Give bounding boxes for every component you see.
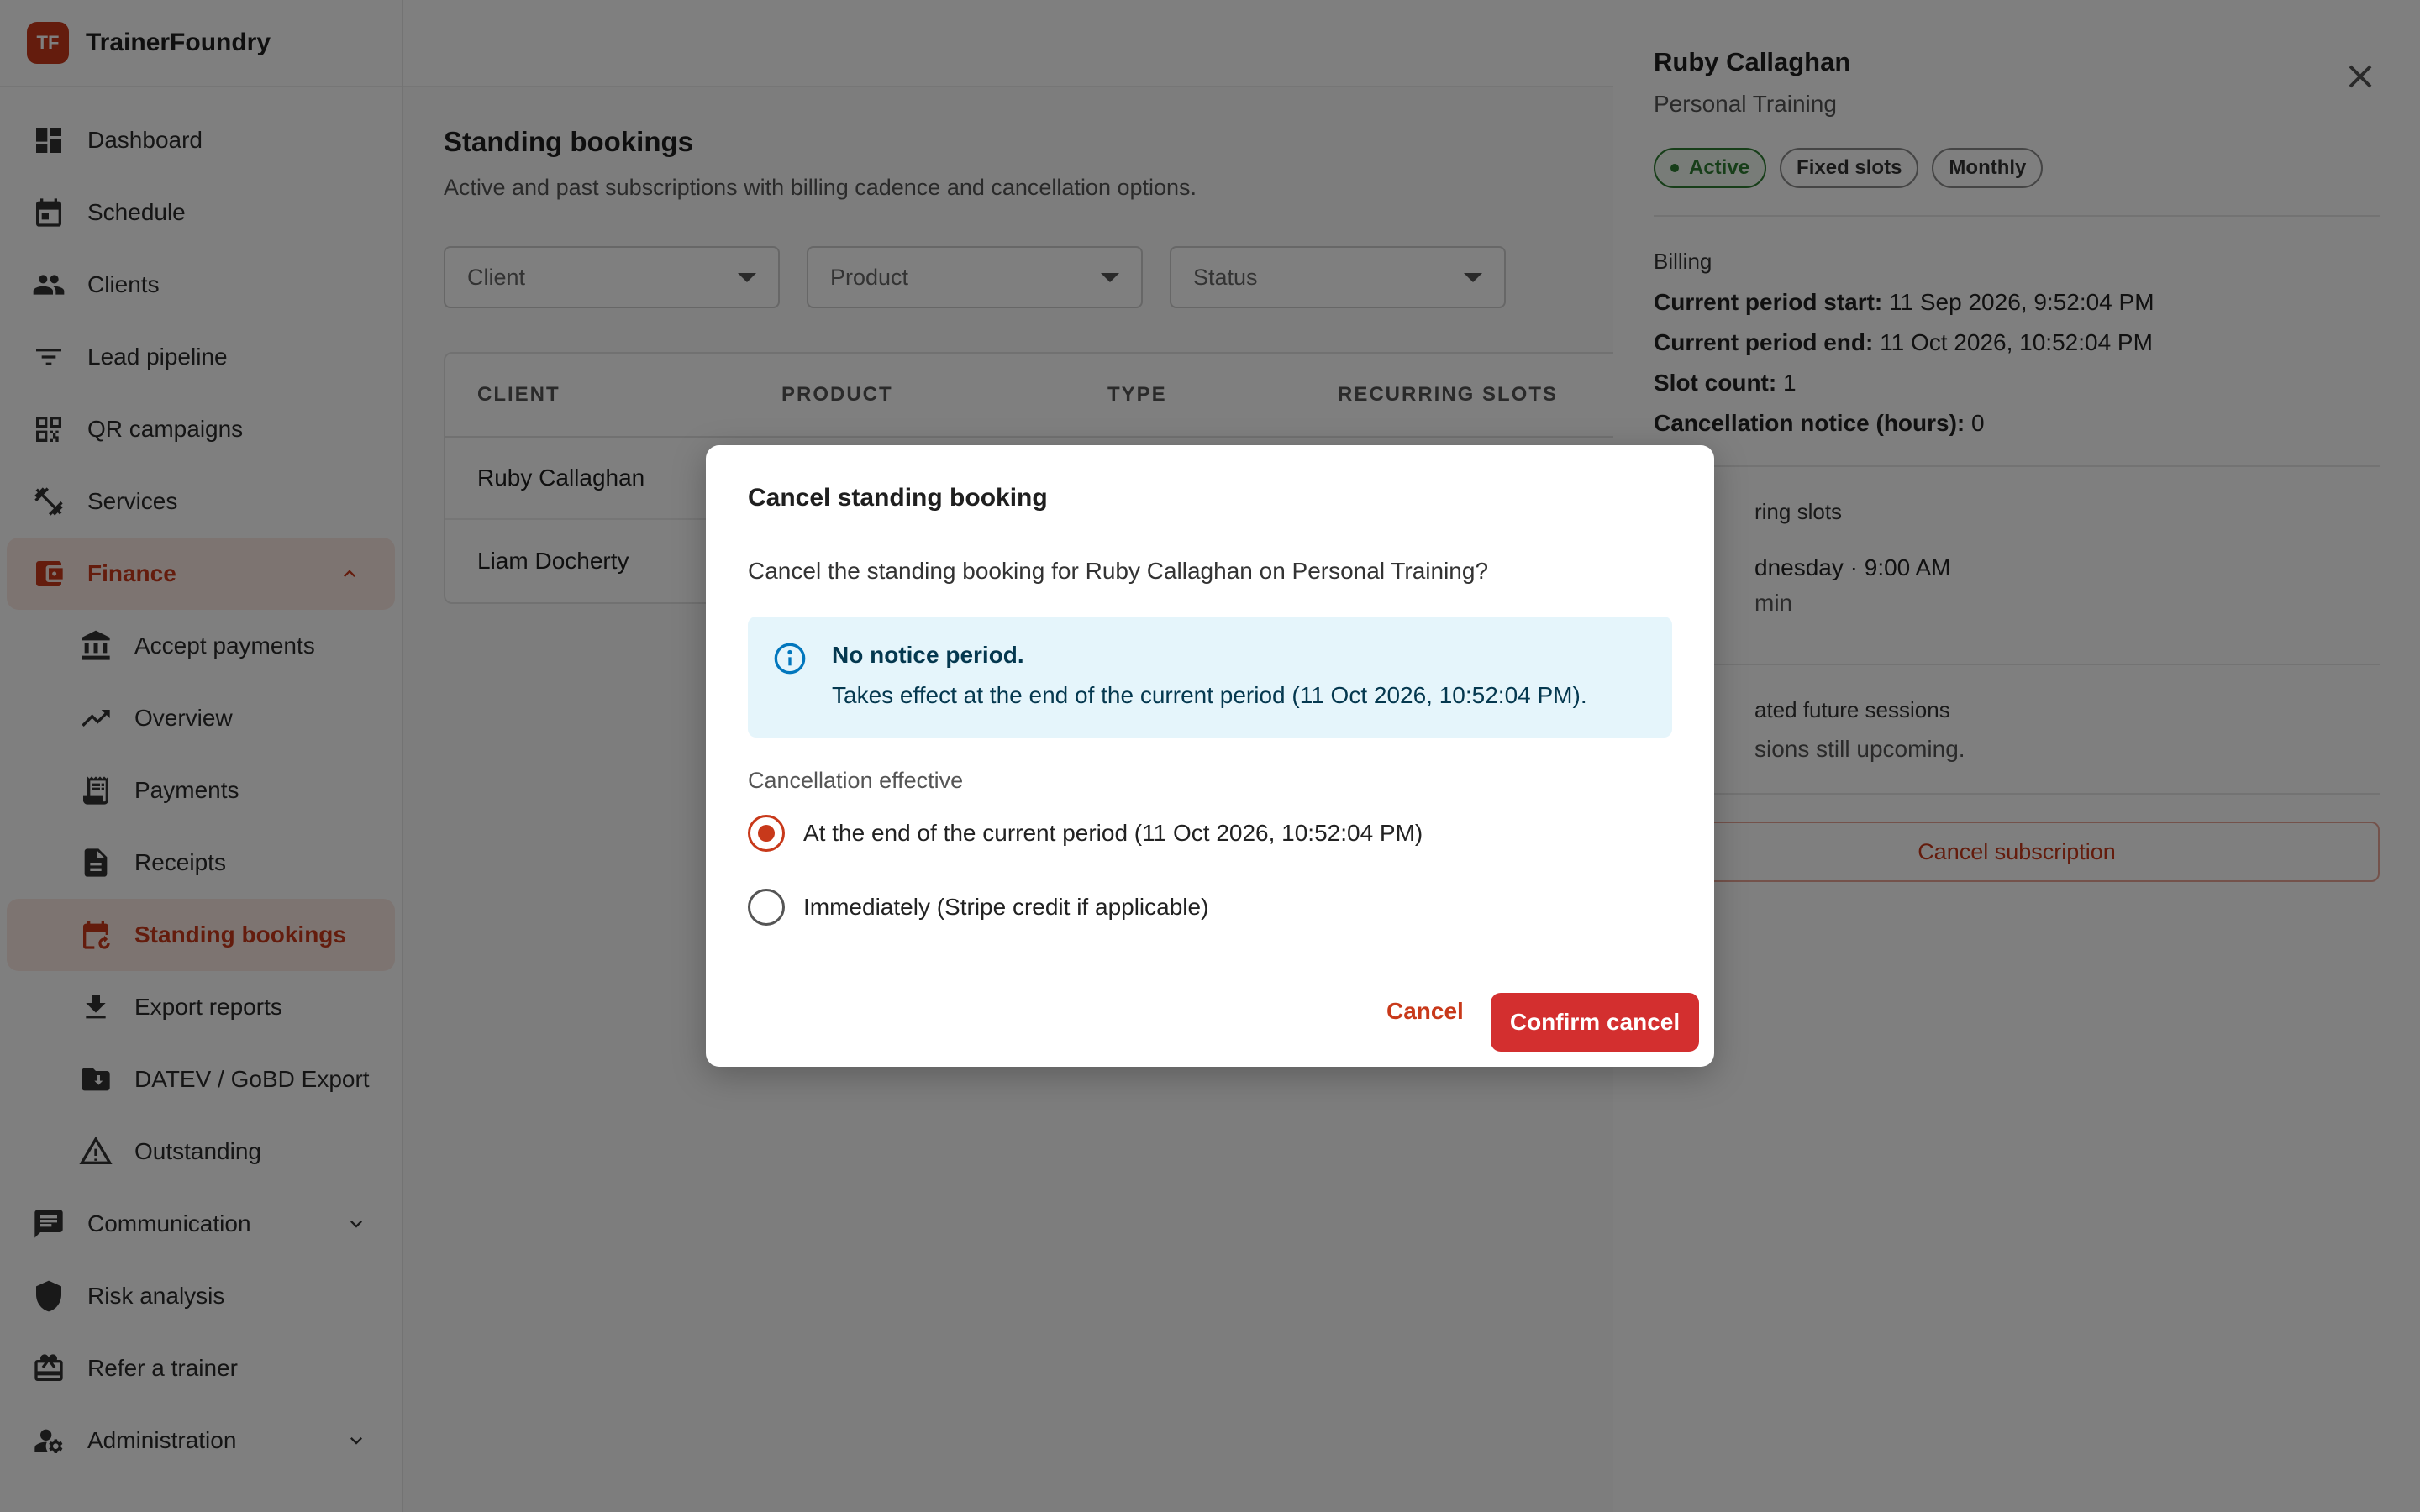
alert-text: Takes effect at the end of the current p… [832, 682, 1587, 708]
cancel-button[interactable]: Cancel [1386, 998, 1464, 1025]
radio-label: Immediately (Stripe credit if applicable… [803, 894, 1209, 920]
radio-button[interactable] [748, 889, 785, 926]
radio-option-immediately[interactable]: Immediately (Stripe credit if applicable… [748, 889, 1208, 926]
info-icon [773, 642, 807, 675]
radio-button-selected[interactable] [748, 815, 785, 852]
radio-label: At the end of the current period (11 Oct… [803, 820, 1423, 846]
cancellation-effective-label: Cancellation effective [748, 768, 964, 793]
radio-option-end-of-period[interactable]: At the end of the current period (11 Oct… [748, 815, 1423, 852]
dialog-question: Cancel the standing booking for Ruby Cal… [748, 558, 1489, 584]
alert-title: No notice period. [832, 642, 1024, 668]
notice-info-alert: No notice period. Takes effect at the en… [748, 617, 1672, 738]
dialog-title: Cancel standing booking [748, 484, 1048, 512]
confirm-cancel-button[interactable]: Confirm cancel [1491, 993, 1699, 1052]
cancel-booking-dialog: Cancel standing booking Cancel the stand… [706, 445, 1714, 1067]
